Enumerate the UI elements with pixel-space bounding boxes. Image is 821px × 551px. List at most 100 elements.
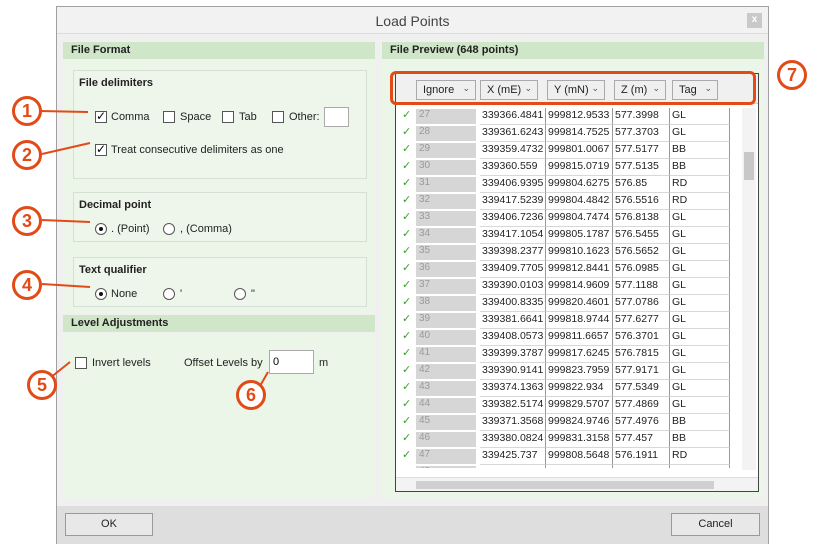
table-cell: 999811.6657 (546, 329, 613, 346)
check-icon: ✓ (402, 262, 412, 274)
row-index-cell: 48 (416, 466, 476, 468)
other-checkbox[interactable] (272, 111, 284, 123)
row-index-cell: 47 (416, 449, 476, 464)
comma-checkbox[interactable] (95, 109, 107, 123)
vertical-scrollbar[interactable] (742, 108, 756, 470)
chevron-down-icon: ⌄ (591, 83, 599, 93)
space-checkbox[interactable] (163, 111, 175, 123)
table-cell: 339380.0824 (480, 431, 546, 448)
dialog-title: Load Points (375, 13, 450, 29)
check-icon: ✓ (402, 160, 412, 172)
invert-levels-label: Invert levels (92, 357, 151, 369)
table-cell: BB (670, 414, 730, 431)
table-cell: GL (670, 380, 730, 397)
table-row: ✓ 28 339361.6243 999814.7525 577.3703 GL (396, 125, 734, 142)
check-icon: ✓ (402, 330, 412, 342)
table-cell: 999804.4842 (546, 193, 613, 210)
column-y-dropdown[interactable]: Y (mN) ⌄ (547, 80, 605, 100)
invert-levels-checkbox[interactable] (75, 357, 87, 369)
table-cell: RD (670, 176, 730, 193)
horizontal-scrollbar[interactable] (396, 477, 758, 491)
preview-grid[interactable]: Ignore ⌄ X (mE) ⌄ Y (mN) ⌄ Z (m) ⌄ Tag ⌄ ✓ 27 3… (395, 73, 759, 492)
table-cell: 999823.7959 (546, 363, 613, 380)
callout-4: 4 (12, 270, 42, 300)
offset-levels-label: Offset Levels by (184, 357, 263, 369)
qualifier-double-quote-radio[interactable] (234, 288, 246, 300)
table-row: ✓ 45 339371.3568 999824.9746 577.4976 BB (396, 414, 734, 431)
table-cell: BB (670, 142, 730, 159)
file-delimiters-group: File delimiters Comma Space Tab Other: T… (73, 70, 367, 179)
table-cell: 576.1911 (613, 448, 670, 465)
decimal-point-radio[interactable] (95, 223, 107, 235)
table-cell: 999812.9533 (546, 108, 613, 125)
check-icon: ✓ (402, 381, 412, 393)
table-cell: 577.3703 (613, 125, 670, 142)
callout-2: 2 (12, 140, 42, 170)
table-row: ✓ 41 339399.3787 999817.6245 576.7815 GL (396, 346, 734, 363)
table-cell: 999820.4601 (546, 295, 613, 312)
file-format-panel: File delimiters Comma Space Tab Other: T… (63, 59, 375, 313)
table-cell: GL (670, 125, 730, 142)
callout-7: 7 (777, 60, 807, 90)
offset-levels-input[interactable] (269, 350, 314, 374)
table-cell: 339417.1054 (480, 227, 546, 244)
table-cell: BB (670, 159, 730, 176)
check-icon: ✓ (402, 143, 412, 155)
row-index-cell: 38 (416, 296, 476, 311)
table-cell: 339408.0573 (480, 329, 546, 346)
row-index-cell: 39 (416, 313, 476, 328)
row-index-cell: 28 (416, 126, 476, 141)
table-cell: 339366.4841 (480, 108, 546, 125)
text-qualifier-title: Text qualifier (79, 264, 147, 276)
cancel-button[interactable]: Cancel (671, 513, 760, 536)
check-icon: ✓ (402, 194, 412, 206)
qualifier-single-quote-radio[interactable] (163, 288, 175, 300)
column-z-dropdown[interactable]: Z (m) ⌄ (614, 80, 666, 100)
table-cell: 999814.9609 (546, 278, 613, 295)
ok-button[interactable]: OK (65, 513, 153, 536)
column-x-dropdown[interactable]: X (mE) ⌄ (480, 80, 538, 100)
decimal-comma-radio[interactable] (163, 223, 175, 235)
column-y-label: Y (mN) (554, 84, 589, 96)
check-icon: ✓ (402, 364, 412, 376)
column-ignore-dropdown[interactable]: Ignore ⌄ (416, 80, 476, 100)
table-row: ✓ 46 339380.0824 999831.3158 577.457 BB (396, 431, 734, 448)
table-cell: 576.85 (613, 176, 670, 193)
close-button[interactable]: x (747, 13, 762, 28)
scroll-thumb[interactable] (416, 481, 714, 489)
column-ignore-label: Ignore (423, 84, 455, 96)
row-index-cell: 33 (416, 211, 476, 226)
other-delimiter-input[interactable] (324, 107, 349, 127)
check-icon: ✓ (402, 109, 412, 121)
table-cell: 339399.3787 (480, 346, 546, 363)
table-cell: BB (670, 431, 730, 448)
table-cell: 339390.0103 (480, 278, 546, 295)
table-cell: 576.0985 (613, 261, 670, 278)
table-cell: 577.5349 (613, 380, 670, 397)
table-cell: 577.4869 (613, 397, 670, 414)
check-icon: ✓ (402, 449, 412, 461)
table-cell: 999804.6275 (546, 176, 613, 193)
scroll-thumb[interactable] (744, 152, 754, 180)
table-cell: GL (670, 312, 730, 329)
qualifier-none-radio[interactable] (95, 288, 107, 300)
consecutive-delimiters-label: Treat consecutive delimiters as one (111, 144, 284, 156)
title-bar: Load Points x (57, 7, 768, 34)
table-cell: 576.5455 (613, 227, 670, 244)
consecutive-delimiters-checkbox[interactable] (95, 142, 107, 156)
tab-checkbox[interactable] (222, 111, 234, 123)
table-cell: 577.457 (613, 431, 670, 448)
column-tag-dropdown[interactable]: Tag ⌄ (672, 80, 718, 100)
table-cell: GL (670, 295, 730, 312)
check-icon: ✓ (402, 279, 412, 291)
row-index-cell: 32 (416, 194, 476, 209)
file-preview-header: File Preview (648 points) (382, 42, 764, 59)
preview-rows: ✓ 27 339366.4841 999812.9533 577.3998 GL ✓ 28 33… (396, 108, 734, 468)
table-row: ✓ 43 339374.1363 999822.934 577.5349 GL (396, 380, 734, 397)
table-cell: 999804.7474 (546, 210, 613, 227)
row-index-cell: 29 (416, 143, 476, 158)
table-row: ✓ 38 339400.8335 999820.4601 577.0786 GL (396, 295, 734, 312)
table-cell: 339417.5239 (480, 193, 546, 210)
row-index-cell: 43 (416, 381, 476, 396)
table-cell: 577.3998 (613, 108, 670, 125)
